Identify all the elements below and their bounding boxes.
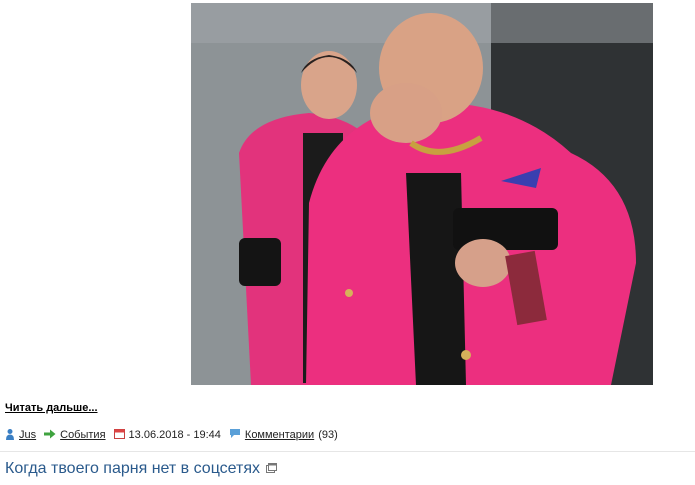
green-arrow-icon (44, 429, 56, 442)
author-link[interactable]: Jus (19, 429, 36, 441)
category-link[interactable]: События (60, 429, 105, 441)
photo-illustration (191, 3, 653, 385)
divider (0, 451, 695, 452)
external-window-icon[interactable] (266, 460, 278, 478)
calendar-icon (113, 428, 125, 442)
post-date: 13.06.2018 - 19:44 (128, 429, 221, 441)
next-article-title[interactable]: Когда твоего парня нет в соцсетях (5, 460, 278, 478)
post-image[interactable] (191, 3, 653, 385)
page: Читать дальше... Jus События 13.06.2018 … (0, 0, 695, 485)
post-meta: Jus События 13.06.2018 - 19:44 Комментар… (5, 428, 338, 442)
user-icon (5, 428, 15, 443)
comments-link[interactable]: Комментарии (245, 429, 314, 441)
next-article-title-text[interactable]: Когда твоего парня нет в соцсетях (5, 460, 260, 478)
comments-count: (93) (318, 429, 338, 441)
read-more-link[interactable]: Читать дальше... (5, 402, 98, 414)
comment-bubble-icon (229, 428, 241, 442)
